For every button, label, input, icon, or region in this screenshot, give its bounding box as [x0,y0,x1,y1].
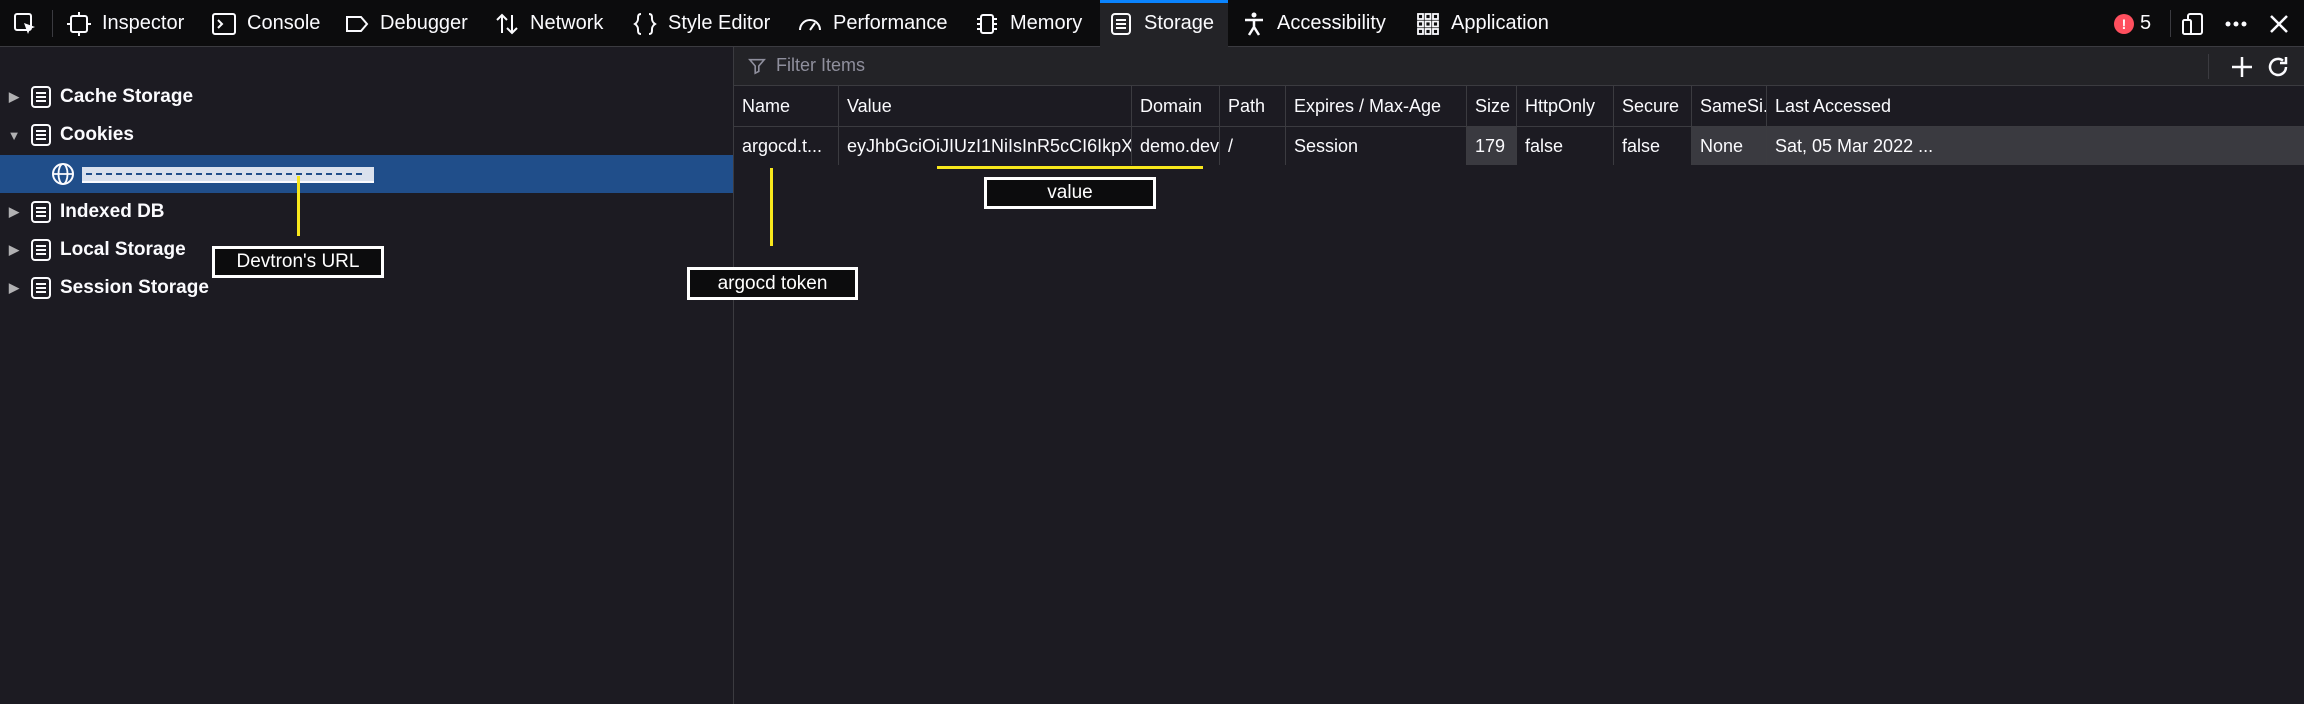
annotation-line-token [770,168,773,246]
annotation-devtron-url: Devtron's URL [212,246,384,278]
tab-inspector[interactable]: Inspector [66,0,184,47]
cell-name[interactable]: argocd.t... [734,127,839,165]
cell-last-accessed[interactable]: Sat, 05 Mar 2022 ... [1767,127,2304,165]
toolbar-divider [52,10,53,37]
element-picker-button[interactable] [12,0,38,47]
tree-item-cookie-origin[interactable] [0,155,733,193]
tab-storage[interactable]: Storage [1108,0,1214,47]
globe-icon [52,163,74,185]
performance-icon [799,18,821,31]
tab-network[interactable]: Network [494,0,603,47]
network-icon [496,13,518,34]
column-header-domain[interactable]: Domain [1132,86,1220,126]
close-icon [2270,14,2288,33]
tab-console[interactable]: Console [211,0,320,47]
toolbar-divider-right [2170,10,2171,37]
expand-arrow-icon[interactable]: ▶ [0,242,28,258]
filter-field [748,54,1378,77]
cell-secure[interactable]: false [1614,127,1692,165]
annotation-line-value [937,166,1203,169]
style-editor-icon [633,12,657,35]
tab-style-editor[interactable]: Style Editor [632,0,770,47]
accessibility-icon [1245,12,1263,36]
tab-accessibility[interactable]: Accessibility [1241,0,1386,47]
column-header-secure[interactable]: Secure [1614,86,1692,126]
column-header-size[interactable]: Size [1467,86,1517,126]
expand-arrow-icon[interactable]: ▶ [0,280,28,296]
column-header-samesite[interactable]: SameSi... [1692,86,1767,126]
memory-icon [977,13,997,34]
responsive-design-icon [2182,12,2203,35]
cell-samesite[interactable]: None [1692,127,1767,165]
redacted-url [82,167,374,183]
annotation-value: value [984,177,1156,209]
more-options-icon [2225,21,2247,26]
cell-domain[interactable]: demo.devtr... [1132,127,1220,165]
table-header: Name Value Domain Path Expires / Max-Age… [734,86,2304,127]
error-icon: ! [2114,13,2134,34]
collapse-arrow-icon[interactable]: ▼ [0,128,28,143]
expand-arrow-icon[interactable]: ▶ [0,89,28,105]
refresh-button[interactable] [2264,53,2292,81]
tab-application[interactable]: Application [1415,0,1549,47]
annotation-argocd-token: argocd token [687,267,858,300]
filter-icon [748,58,766,75]
filter-input[interactable] [774,54,1378,77]
storage-icon [31,201,51,223]
inspector-icon [67,11,91,36]
cell-path[interactable]: / [1220,127,1286,165]
close-devtools-button[interactable] [2266,0,2292,47]
tab-performance[interactable]: Performance [797,0,948,47]
storage-tree-sidebar: ▶ Cache Storage ▼ Cookies ▶ Indexed DB ▶… [0,47,734,704]
cell-value[interactable]: eyJhbGciOiJIUzI1NiIsInR5cCI6IkpXVCJ9.eyJ… [839,127,1132,165]
tab-memory[interactable]: Memory [974,0,1082,47]
cell-httponly[interactable]: false [1517,127,1614,165]
storage-icon [31,277,51,299]
storage-icon [1111,12,1131,35]
filter-bar [734,47,2304,86]
console-icon [212,12,236,35]
column-header-last-accessed[interactable]: Last Accessed [1767,86,2304,126]
annotation-line-url [297,176,300,236]
column-header-path[interactable]: Path [1220,86,1286,126]
debugger-icon [346,15,369,32]
tab-debugger[interactable]: Debugger [344,0,468,47]
expand-arrow-icon[interactable]: ▶ [0,204,28,220]
storage-icon [31,239,51,261]
column-header-name[interactable]: Name [734,86,839,126]
plus-icon [2232,57,2252,77]
column-header-httponly[interactable]: HttpOnly [1517,86,1614,126]
element-picker-icon [14,12,35,34]
cell-size[interactable]: 179 [1467,127,1517,165]
tree-item-indexed-db[interactable]: ▶ Indexed DB [0,193,733,231]
filter-bar-divider [2208,54,2209,79]
tree-item-cookies[interactable]: ▼ Cookies [0,116,733,154]
add-item-button[interactable] [2228,53,2256,81]
error-count: 5 [2140,12,2152,34]
more-options-button[interactable] [2223,0,2249,47]
error-count-button[interactable]: ! 5 [2114,0,2151,47]
storage-icon [31,86,51,108]
devtools-toolbar: Inspector Console Debugger Network Style… [0,0,2304,47]
tree-item-cache-storage[interactable]: ▶ Cache Storage [0,78,733,116]
responsive-design-button[interactable] [2180,0,2206,47]
column-header-expires[interactable]: Expires / Max-Age [1286,86,1467,126]
application-icon [1417,12,1439,35]
storage-icon [31,124,51,146]
cell-expires[interactable]: Session [1286,127,1467,165]
table-row[interactable]: argocd.t... eyJhbGciOiJIUzI1NiIsInR5cCI6… [734,127,2304,165]
column-header-value[interactable]: Value [839,86,1132,126]
refresh-icon [2268,57,2288,77]
